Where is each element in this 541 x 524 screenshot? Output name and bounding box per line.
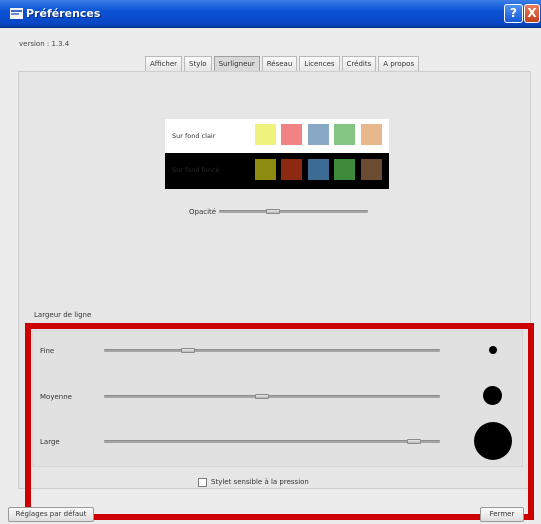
dark-swatch-blue[interactable] bbox=[308, 159, 329, 180]
preferences-window: Préférences ? X version : 1.3.4 Afficher… bbox=[0, 0, 541, 524]
version-label: version : 1.3.4 bbox=[19, 40, 70, 48]
opacity-label: Opacité bbox=[189, 208, 217, 216]
tab-reseau[interactable]: Réseau bbox=[261, 56, 298, 72]
light-background-label: Sur fond clair bbox=[172, 132, 216, 140]
tab-licences[interactable]: Licences bbox=[299, 56, 340, 72]
line-width-title: Largeur de ligne bbox=[34, 311, 92, 319]
dark-swatch-green[interactable] bbox=[334, 159, 355, 180]
light-swatch-green[interactable] bbox=[334, 124, 355, 145]
close-button[interactable]: Fermer bbox=[480, 507, 524, 522]
dark-background-row: Sur fond foncé bbox=[165, 153, 389, 189]
light-swatch-red[interactable] bbox=[281, 124, 302, 145]
highlight-annotation-box bbox=[25, 323, 534, 520]
dark-swatch-rust[interactable] bbox=[281, 159, 302, 180]
tab-stylo[interactable]: Stylo bbox=[184, 56, 212, 72]
close-window-button[interactable]: X bbox=[524, 4, 540, 23]
tab-a-propos[interactable]: A propos bbox=[378, 56, 420, 72]
highlighter-color-picker: Sur fond clair Sur fond foncé bbox=[165, 119, 389, 189]
tab-bar: Afficher Stylo Surligneur Réseau Licence… bbox=[145, 56, 421, 72]
help-icon: ? bbox=[510, 6, 517, 20]
dark-swatch-olive[interactable] bbox=[255, 159, 276, 180]
close-icon: X bbox=[527, 6, 537, 20]
opacity-slider-handle[interactable] bbox=[266, 209, 281, 214]
light-background-row: Sur fond clair bbox=[165, 119, 389, 153]
dark-background-label: Sur fond foncé bbox=[172, 166, 220, 174]
window-title: Préférences bbox=[26, 7, 101, 20]
app-icon bbox=[10, 8, 23, 19]
help-button[interactable]: ? bbox=[504, 4, 523, 23]
title-bar[interactable]: Préférences ? X bbox=[0, 0, 541, 28]
tab-credits[interactable]: Crédits bbox=[341, 56, 377, 72]
tab-surligneur[interactable]: Surligneur bbox=[213, 56, 260, 72]
light-swatch-orange[interactable] bbox=[361, 124, 382, 145]
opacity-slider-track[interactable] bbox=[219, 210, 368, 213]
tab-afficher[interactable]: Afficher bbox=[145, 56, 183, 72]
light-swatch-blue[interactable] bbox=[308, 124, 329, 145]
restore-defaults-button[interactable]: Réglages par défaut bbox=[8, 507, 94, 522]
dark-swatch-brown[interactable] bbox=[361, 159, 382, 180]
light-swatch-yellow[interactable] bbox=[255, 124, 276, 145]
